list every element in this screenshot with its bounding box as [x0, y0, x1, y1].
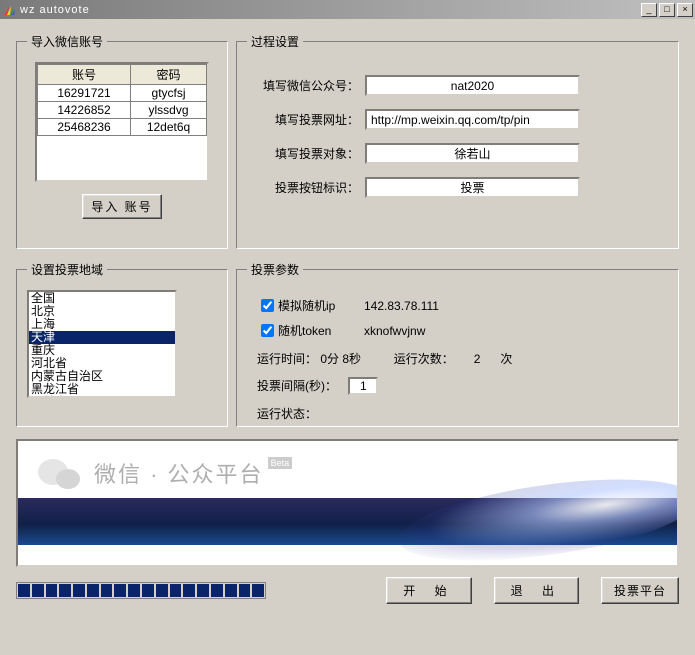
progress-segment	[87, 584, 99, 597]
accounts-group: 导入微信账号 账号 密码 16291721gtycfsj14226852ylss…	[16, 33, 228, 249]
input-url[interactable]	[365, 109, 580, 130]
progress-segment	[239, 584, 251, 597]
minimize-button[interactable]: _	[641, 3, 657, 17]
progress-segment	[211, 584, 223, 597]
start-button[interactable]: 开 始	[386, 577, 471, 604]
label-random-ip: 模拟随机ip	[278, 297, 364, 314]
nebula-graphic	[394, 464, 679, 567]
label-interval: 投票间隔(秒)：	[257, 379, 337, 393]
progress-segment	[32, 584, 44, 597]
wechat-icon	[38, 457, 84, 497]
region-listbox[interactable]: 全国北京上海天津重庆河北省内蒙古自治区黑龙江省吉林省	[27, 290, 177, 398]
col-account: 账号	[38, 65, 131, 85]
table-row[interactable]: 16291721gtycfsj	[38, 85, 207, 102]
col-password: 密码	[131, 65, 207, 85]
label-url: 填写投票网址：	[247, 111, 365, 128]
progress-segment	[156, 584, 168, 597]
input-pub[interactable]	[365, 75, 580, 96]
platform-button[interactable]: 投票平台	[601, 577, 679, 604]
label-random-token: 随机token	[278, 322, 364, 339]
progress-segment	[114, 584, 126, 597]
cell-account: 25468236	[38, 119, 131, 136]
accounts-table: 账号 密码 16291721gtycfsj14226852ylssdvg2546…	[37, 64, 207, 136]
cell-password: gtycfsj	[131, 85, 207, 102]
chk-random-token[interactable]	[261, 324, 274, 337]
accounts-legend: 导入微信账号	[27, 33, 107, 50]
accounts-table-wrap: 账号 密码 16291721gtycfsj14226852ylssdvg2546…	[35, 62, 209, 182]
banner-container[interactable]: 微信 · 公众平台 Beta	[16, 439, 679, 567]
value-random-ip: 142.83.78.111	[364, 299, 439, 313]
table-row[interactable]: 2546823612det6q	[38, 119, 207, 136]
label-runcount: 运行次数：	[394, 352, 454, 366]
progress-segment	[252, 584, 264, 597]
progress-segment	[59, 584, 71, 597]
region-option[interactable]: 吉林省	[29, 396, 175, 398]
process-legend: 过程设置	[247, 33, 303, 50]
label-pub: 填写微信公众号：	[247, 77, 365, 94]
cell-password: ylssdvg	[131, 102, 207, 119]
progress-segment	[18, 584, 30, 597]
window-title: wz autovote	[20, 4, 639, 16]
params-legend: 投票参数	[247, 261, 303, 278]
chk-random-ip[interactable]	[261, 299, 274, 312]
banner: 微信 · 公众平台 Beta	[18, 441, 677, 545]
progress-bar	[16, 582, 266, 599]
progress-segment	[197, 584, 209, 597]
cell-password: 12det6q	[131, 119, 207, 136]
close-button[interactable]: ×	[677, 3, 693, 17]
beta-badge: Beta	[268, 457, 293, 469]
input-interval[interactable]: 1	[348, 377, 378, 395]
region-legend: 设置投票地域	[27, 261, 107, 278]
progress-segment	[73, 584, 85, 597]
label-target: 填写投票对象：	[247, 145, 365, 162]
import-account-button[interactable]: 导入 账号	[82, 194, 161, 219]
progress-segment	[101, 584, 113, 597]
cell-account: 16291721	[38, 85, 131, 102]
process-group: 过程设置 填写微信公众号： 填写投票网址： 填写投票对象： 投票按钮标识：	[236, 33, 679, 249]
maximize-button[interactable]: □	[659, 3, 675, 17]
progress-segment	[183, 584, 195, 597]
progress-segment	[225, 584, 237, 597]
titlebar: wz autovote _ □ ×	[0, 0, 695, 19]
app-icon	[2, 3, 16, 17]
unit-runcount: 次	[500, 352, 512, 366]
table-row[interactable]: 14226852ylssdvg	[38, 102, 207, 119]
label-btnid: 投票按钮标识：	[247, 179, 365, 196]
progress-segment	[46, 584, 58, 597]
value-random-token: xknofwvjnw	[364, 324, 425, 338]
progress-segment	[128, 584, 140, 597]
input-btnid[interactable]	[365, 177, 580, 198]
value-runcount: 2	[457, 352, 497, 366]
cell-account: 14226852	[38, 102, 131, 119]
exit-button[interactable]: 退 出	[494, 577, 579, 604]
progress-segment	[170, 584, 182, 597]
banner-text: 微信 · 公众平台	[94, 457, 264, 489]
value-runtime: 0分 8秒	[320, 350, 390, 367]
progress-segment	[142, 584, 154, 597]
params-group: 投票参数 模拟随机ip 142.83.78.111 随机token xknofw…	[236, 261, 679, 427]
input-target[interactable]	[365, 143, 580, 164]
label-runtime: 运行时间：	[257, 352, 317, 366]
label-status: 运行状态：	[257, 407, 317, 421]
region-group: 设置投票地域 全国北京上海天津重庆河北省内蒙古自治区黑龙江省吉林省	[16, 261, 228, 427]
